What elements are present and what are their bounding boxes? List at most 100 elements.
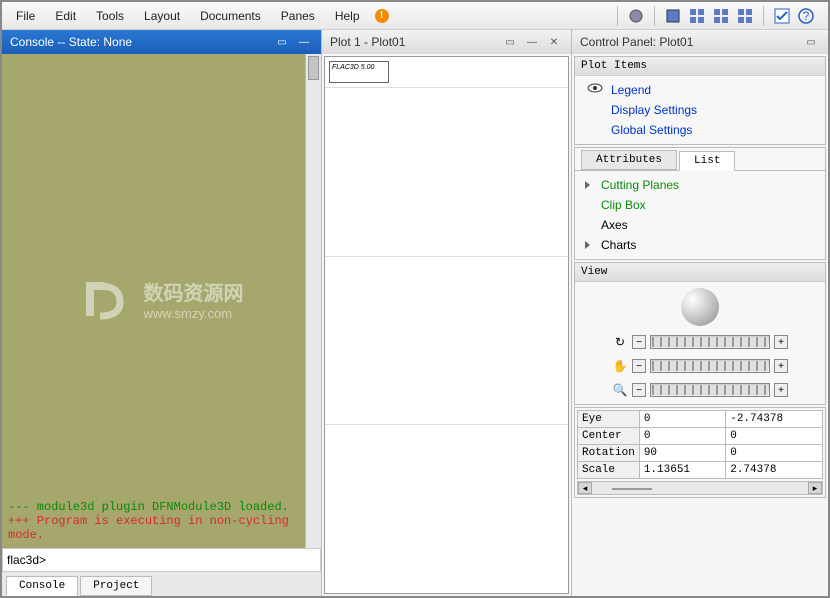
- console-vscroll[interactable]: [305, 54, 321, 548]
- console-line-2: +++ Program is executing in non-cycling …: [8, 514, 299, 542]
- svg-text:?: ?: [803, 9, 810, 23]
- zoom-minus-button[interactable]: −: [632, 383, 646, 397]
- coord-group: Eye 0 -2.74378 Center 0 0 Rotation 90 0: [574, 407, 826, 498]
- tab-console[interactable]: Console: [6, 576, 78, 596]
- menu-tools[interactable]: Tools: [86, 5, 134, 27]
- help-icon[interactable]: ?: [796, 6, 816, 26]
- pan-slider-row: ✋ − +: [581, 358, 819, 374]
- console-input-row: flac3d>: [2, 548, 321, 572]
- expand-icon[interactable]: [585, 181, 590, 189]
- coord-eye-b[interactable]: -2.74378: [726, 411, 823, 428]
- pan-slider[interactable]: [650, 359, 770, 373]
- plot-close-icon[interactable]: ✕: [545, 35, 563, 49]
- coord-center-a[interactable]: 0: [639, 428, 725, 445]
- menu-documents[interactable]: Documents: [190, 5, 271, 27]
- menu-panes[interactable]: Panes: [271, 5, 325, 27]
- coord-center-b[interactable]: 0: [726, 428, 823, 445]
- tab-project[interactable]: Project: [80, 576, 152, 596]
- tab-list[interactable]: List: [679, 151, 735, 171]
- control-panel: Control Panel: Plot01 ▭ Plot Items Legen…: [572, 30, 828, 596]
- pan-icon: ✋: [612, 358, 628, 374]
- rotate-slider-row: ↻ − +: [581, 334, 819, 350]
- coord-key: Scale: [578, 462, 640, 479]
- plot-minimize-icon[interactable]: —: [523, 35, 541, 49]
- console-panel: Console -- State: None ▭ — 数码资源网www.smzy…: [2, 30, 322, 596]
- coord-key: Eye: [578, 411, 640, 428]
- view-header: View: [575, 263, 825, 282]
- pan-minus-button[interactable]: −: [632, 359, 646, 373]
- zoom-slider[interactable]: [650, 383, 770, 397]
- check-icon[interactable]: [772, 6, 792, 26]
- plot-legend-chip: FLAC3D 5.00: [329, 61, 389, 83]
- plot-restore-icon[interactable]: ▭: [501, 35, 519, 49]
- plot-items-header: Plot Items: [575, 57, 825, 76]
- zoom-slider-row: 🔍 − +: [581, 382, 819, 398]
- console-title-text: Console -- State: None: [10, 35, 132, 49]
- coord-scale-a[interactable]: 1.13651: [639, 462, 725, 479]
- grid-icon-1[interactable]: [687, 6, 707, 26]
- attr-tabs: Attributes List: [575, 148, 825, 170]
- plot-title-text: Plot 1 - Plot01: [330, 35, 405, 49]
- menu-layout[interactable]: Layout: [134, 5, 190, 27]
- console-bottom-tabs: Console Project: [2, 572, 321, 596]
- list-item-axes[interactable]: Axes: [583, 215, 817, 235]
- grid-icon-2[interactable]: [711, 6, 731, 26]
- pan-plus-button[interactable]: +: [774, 359, 788, 373]
- rotate-slider[interactable]: [650, 335, 770, 349]
- console-restore-icon[interactable]: ▭: [273, 35, 291, 49]
- coord-rotation-a[interactable]: 90: [639, 445, 725, 462]
- control-titlebar[interactable]: Control Panel: Plot01 ▭: [572, 30, 828, 54]
- plot-panel: Plot 1 - Plot01 ▭ — ✕ FLAC3D 5.00: [322, 30, 572, 596]
- console-output: 数码资源网www.smzy.com --- module3d plugin DF…: [2, 54, 321, 548]
- rotate-plus-button[interactable]: +: [774, 335, 788, 349]
- eye-icon: [587, 82, 603, 94]
- control-title-text: Control Panel: Plot01: [580, 35, 693, 49]
- coord-scale-b[interactable]: 2.74378: [726, 462, 823, 479]
- tab-attributes[interactable]: Attributes: [581, 150, 677, 170]
- console-titlebar[interactable]: Console -- State: None ▭ —: [2, 30, 321, 54]
- table-row: Center 0 0: [578, 428, 823, 445]
- plot-titlebar[interactable]: Plot 1 - Plot01 ▭ — ✕: [322, 30, 571, 54]
- control-restore-icon[interactable]: ▭: [802, 35, 820, 49]
- zoom-plus-button[interactable]: +: [774, 383, 788, 397]
- list-item-charts[interactable]: Charts: [583, 235, 817, 255]
- menu-file[interactable]: File: [6, 5, 45, 27]
- coord-hscroll[interactable]: ◂ ▸: [577, 481, 823, 495]
- console-input[interactable]: [46, 553, 316, 567]
- coord-key: Rotation: [578, 445, 640, 462]
- plot-item-legend[interactable]: Legend: [583, 80, 817, 100]
- attribute-list-group: Attributes List Cutting Planes Clip Box …: [574, 147, 826, 260]
- hscroll-left-icon[interactable]: ◂: [578, 482, 592, 494]
- menu-help[interactable]: Help: [325, 5, 370, 27]
- rotate-minus-button[interactable]: −: [632, 335, 646, 349]
- console-minimize-icon[interactable]: —: [295, 35, 313, 49]
- coord-key: Center: [578, 428, 640, 445]
- grid-icon-3[interactable]: [735, 6, 755, 26]
- menu-edit[interactable]: Edit: [45, 5, 86, 27]
- rotate-icon: ↻: [612, 334, 628, 350]
- plot-item-global-settings[interactable]: Global Settings: [583, 120, 817, 140]
- alert-icon[interactable]: !: [373, 7, 391, 25]
- view-orbit-sphere[interactable]: [681, 288, 719, 326]
- console-line-1: --- module3d plugin DFNModule3D loaded.: [8, 500, 299, 514]
- list-item-clip-box[interactable]: Clip Box: [583, 195, 817, 215]
- coord-table: Eye 0 -2.74378 Center 0 0 Rotation 90 0: [577, 410, 823, 479]
- plot-canvas[interactable]: FLAC3D 5.00: [324, 56, 569, 594]
- plot-item-display-settings[interactable]: Display Settings: [583, 100, 817, 120]
- coord-rotation-b[interactable]: 0: [726, 445, 823, 462]
- table-row: Scale 1.13651 2.74378: [578, 462, 823, 479]
- sheet-icon[interactable]: [663, 6, 683, 26]
- table-row: Rotation 90 0: [578, 445, 823, 462]
- table-row: Eye 0 -2.74378: [578, 411, 823, 428]
- coord-eye-a[interactable]: 0: [639, 411, 725, 428]
- list-item-cutting-planes[interactable]: Cutting Planes: [583, 175, 817, 195]
- globe-icon[interactable]: [626, 6, 646, 26]
- watermark: 数码资源网www.smzy.com: [2, 276, 321, 322]
- hscroll-right-icon[interactable]: ▸: [808, 482, 822, 494]
- expand-icon[interactable]: [585, 241, 590, 249]
- toolbar-right: ?: [613, 6, 824, 26]
- plot-items-group: Plot Items Legend Display Settings Globa…: [574, 56, 826, 145]
- view-group: View ↻ − + ✋ − +: [574, 262, 826, 405]
- menubar: File Edit Tools Layout Documents Panes H…: [2, 2, 828, 30]
- console-prompt: flac3d>: [7, 553, 46, 567]
